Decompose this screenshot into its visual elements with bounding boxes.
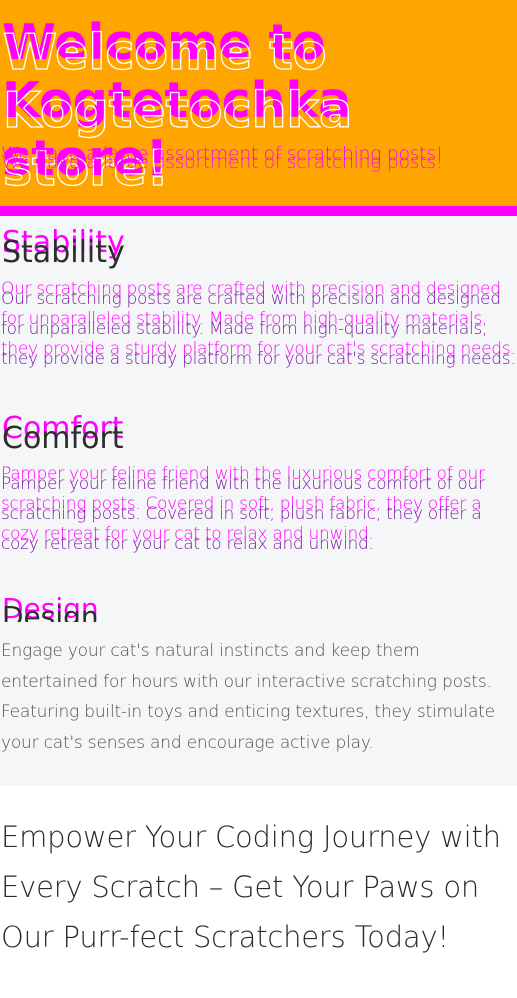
feature-title-comfort: Comfort Comfort (2, 412, 517, 456)
feature-text-ghost: Pamper your feline friend with the luxur… (1, 474, 485, 554)
feature-title-ghost: Stability (2, 235, 125, 270)
feature-title-ghost: Comfort (2, 421, 124, 456)
features-section: Stability Stability Our scratching posts… (0, 216, 517, 786)
hero-banner: Welcome to Kogtetochka store! Welcome to… (0, 0, 517, 206)
feature-text-design: Engage your cat's natural instincts and … (1, 641, 495, 753)
feature-text-ghost: Our scratching posts are crafted with pr… (1, 289, 516, 369)
feature-text-stability: Our scratching posts are crafted with pr… (1, 274, 517, 369)
hero-subtitle: We have a large assortment of scratching… (1, 143, 517, 173)
feature-title-stability: Stability Stability (2, 226, 517, 270)
feature-title-design: Design Design (2, 592, 517, 622)
feature-text-comfort: Pamper your feline friend with the luxur… (1, 459, 517, 554)
feature-title-ghost: Design (2, 600, 99, 622)
hero-divider-strip (0, 206, 517, 216)
tagline: Empower Your Coding Journey with Every S… (1, 820, 501, 954)
hero-subtitle-ghost: We have a large assortment of scratching… (1, 151, 443, 173)
